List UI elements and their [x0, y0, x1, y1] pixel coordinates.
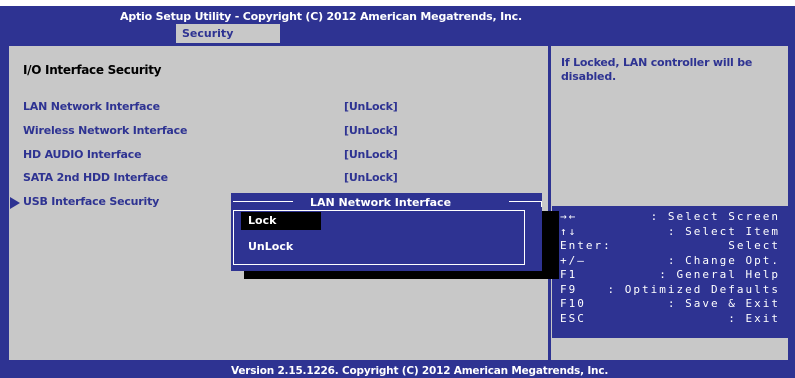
key-name: F10	[560, 297, 586, 310]
submenu-arrow-icon	[10, 197, 20, 209]
popup-option-lock[interactable]: Lock	[241, 212, 321, 230]
menu-item-lan-network-interface[interactable]: LAN Network Interface [UnLock]	[0, 100, 540, 118]
key-name: F9	[560, 282, 578, 296]
menu-item-sata-2nd-hdd-interface[interactable]: SATA 2nd HDD Interface [UnLock]	[0, 171, 540, 189]
key-description: : Select Screen	[650, 210, 780, 223]
menu-item-label: USB Interface Security	[23, 195, 160, 208]
key-name: ESC	[560, 311, 586, 325]
key-description: : Save & Exit	[667, 297, 780, 310]
menu-item-value: [UnLock]	[344, 100, 398, 113]
popup-border-line	[233, 201, 293, 202]
key-legend-row: →← : Select Screen	[560, 210, 780, 225]
popup-border-line	[541, 201, 542, 207]
key-description: : General Help	[659, 268, 780, 281]
key-description: : Optimized Defaults	[607, 282, 780, 296]
tab-security[interactable]: Security	[176, 24, 280, 43]
key-legend-row: Enter: Select	[560, 239, 780, 254]
menu-item-value: [UnLock]	[344, 124, 398, 137]
help-description: If Locked, LAN controller will be disabl…	[561, 56, 753, 83]
key-description: : Change Opt.	[667, 253, 780, 267]
key-description: : Exit	[728, 311, 780, 325]
menu-item-value: [UnLock]	[344, 171, 398, 184]
key-description: Select	[728, 239, 780, 252]
key-legend-row: ESC : Exit	[560, 312, 780, 327]
menu-item-wireless-network-interface[interactable]: Wireless Network Interface [UnLock]	[0, 124, 540, 142]
popup-option-unlock[interactable]: UnLock	[248, 240, 293, 254]
arrow-up-down-icon: ↑↓	[560, 224, 578, 238]
key-description: : Select Item	[667, 224, 780, 238]
key-legend: →← : Select Screen ↑↓ : Select Item Ente…	[552, 206, 788, 338]
menu-item-label: Wireless Network Interface	[23, 124, 188, 137]
footer-version: Version 2.15.1226. Copyright (C) 2012 Am…	[231, 365, 609, 377]
arrow-left-right-icon: →←	[560, 210, 578, 223]
menu-item-label: LAN Network Interface	[23, 100, 160, 113]
menu-item-hd-audio-interface[interactable]: HD AUDIO Interface [UnLock]	[0, 148, 540, 166]
key-name: F1	[560, 268, 578, 281]
window-title: Aptio Setup Utility - Copyright (C) 2012…	[120, 10, 522, 23]
bios-screen: Aptio Setup Utility - Copyright (C) 2012…	[0, 0, 795, 378]
popup-border-line	[509, 201, 541, 202]
key-legend-row: +/— : Change Opt.	[560, 254, 780, 269]
menu-item-label: SATA 2nd HDD Interface	[23, 171, 168, 184]
key-legend-row: F10 : Save & Exit	[560, 297, 780, 312]
menu-item-value: [UnLock]	[344, 148, 398, 161]
key-legend-row: ↑↓ : Select Item	[560, 225, 780, 240]
menu-item-label: HD AUDIO Interface	[23, 148, 142, 161]
key-name: +/—	[560, 253, 586, 267]
page-title: I/O Interface Security	[23, 63, 162, 77]
popup-title: LAN Network Interface	[310, 196, 452, 209]
key-legend-row: F1 : General Help	[560, 268, 780, 283]
key-name: Enter:	[560, 239, 612, 252]
key-legend-row: F9 : Optimized Defaults	[560, 283, 780, 298]
